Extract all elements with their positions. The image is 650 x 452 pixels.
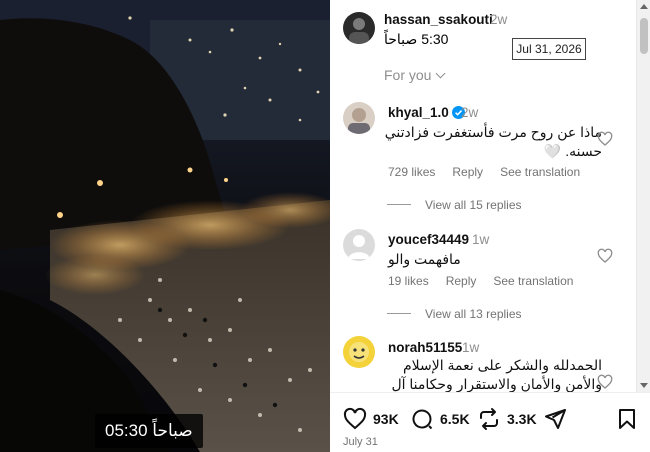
scroll-up-icon[interactable] [640,4,648,9]
like-comment-heart-icon[interactable] [597,131,613,147]
comment-actions: 19 likes Reply See translation [388,274,590,288]
comment-actions: 729 likes Reply See translation [388,165,597,179]
video-timestamp-overlay: 05:30 صباحاً [95,414,203,448]
see-translation-link[interactable]: See translation [500,165,580,179]
comment-bubble-icon [412,409,433,430]
comment-count: 6.5K [440,411,470,427]
reply-button[interactable]: Reply [446,274,477,288]
comment-text: ماذا عن روح مرت فأستغفرت فزادتني حسنه. 🤍 [384,124,602,159]
comment-age: 2w [461,105,479,120]
replies-divider [387,204,411,206]
repost-count: 3.3K [507,411,537,427]
comments-scrollbar[interactable] [636,0,650,392]
comment-text: الحمدلله والشكر على نعمة الإسلام والأمن … [391,357,602,392]
send-icon [545,409,566,429]
comments-panel: hassan_ssakouti 2w 5:30 صباحاً Jul 31, 2… [330,0,650,452]
comment-avatar[interactable] [343,336,375,368]
author-avatar[interactable] [343,12,375,44]
comment-avatar[interactable] [343,102,375,134]
post-actions-bar: 93K 6.5K 3.3K July 31 [330,392,650,452]
post-author-username[interactable]: hassan_ssakouti [384,12,493,27]
comment-likes[interactable]: 19 likes [388,274,429,288]
comment-username[interactable]: khyal_1.0 [388,105,468,121]
date-tooltip: Jul 31, 2026 [512,38,586,60]
comment-button[interactable]: 6.5K [410,407,470,431]
save-button[interactable] [615,407,645,431]
replies-divider [387,313,411,315]
video-player[interactable]: 05:30 صباحاً [0,0,330,452]
post-age: 2w [490,12,508,27]
comment-likes[interactable]: 729 likes [388,165,435,179]
like-button[interactable]: 93K [343,407,399,431]
scroll-down-icon[interactable] [640,383,648,388]
reply-button[interactable]: Reply [452,165,483,179]
scrollbar-thumb[interactable] [640,18,648,54]
view-replies-button[interactable]: View all 13 replies [387,307,522,321]
like-comment-heart-icon[interactable] [597,374,613,390]
post-date: July 31 [343,436,378,448]
comment-avatar[interactable] [343,229,375,261]
repost-button[interactable]: 3.3K [477,407,537,431]
comment-text: مافهمت والو [388,251,461,267]
comment-username[interactable]: norah51155 [388,340,462,355]
like-count: 93K [373,411,399,427]
see-translation-link[interactable]: See translation [493,274,573,288]
repost-icon [480,408,498,430]
crowd-scene-image [0,0,330,452]
feed-filter-label: For you [384,67,432,83]
feed-filter-dropdown[interactable]: For you [384,67,446,83]
comments-scroll-area[interactable]: hassan_ssakouti 2w 5:30 صباحاً Jul 31, 2… [330,0,636,392]
comment-username[interactable]: youcef34449 [388,232,469,247]
like-comment-heart-icon[interactable] [597,248,613,264]
comment-age: 1w [462,340,480,355]
share-button[interactable] [543,407,573,431]
bookmark-icon [619,409,635,429]
comment-age: 1w [472,232,490,247]
view-replies-button[interactable]: View all 15 replies [387,198,522,212]
chevron-down-icon [436,68,446,79]
post-caption: 5:30 صباحاً [384,31,449,47]
heart-icon [343,407,367,430]
